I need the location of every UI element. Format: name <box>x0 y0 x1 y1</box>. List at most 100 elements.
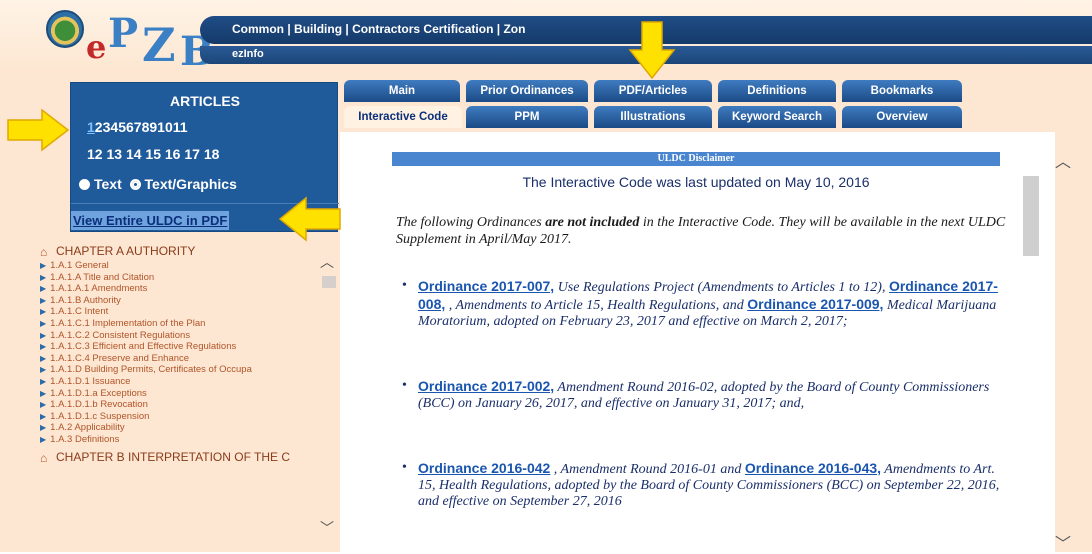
article-link-9[interactable]: 9 <box>149 119 157 135</box>
ordinance-2017-002-link[interactable]: Ordinance 2017-002, <box>418 378 554 394</box>
chevron-down-icon[interactable]: ﹀ <box>320 518 334 538</box>
radio-text-graphics[interactable] <box>129 179 141 190</box>
tab-pdf-articles[interactable]: PDF/Articles <box>594 80 712 102</box>
last-updated-text: The Interactive Code was last updated on… <box>522 174 870 190</box>
toc-chapter-a-label: CHAPTER A AUTHORITY <box>56 244 196 258</box>
ordinance-2016-043-link[interactable]: Ordinance 2016-043, <box>745 460 881 476</box>
toc-item[interactable]: ▶ 1.A.1.A Title and Citation <box>40 272 318 284</box>
toc-item-label: 1.A.1.D.1.a Exceptions <box>50 387 147 399</box>
chevron-up-icon[interactable]: ︿ <box>1055 148 1071 172</box>
radio-text-label[interactable]: Text <box>94 176 122 192</box>
triangle-right-icon: ▶ <box>40 353 47 363</box>
view-entire-uldc-pdf-link[interactable]: View Entire ULDC in PDF <box>71 211 230 230</box>
triangle-right-icon: ▶ <box>40 365 47 375</box>
article-link-10[interactable]: 10 <box>157 119 173 135</box>
toc-item-label: 1.A.1.D.1.c Suspension <box>50 410 150 422</box>
nav-link-ezinfo[interactable]: ezInfo <box>232 48 264 60</box>
toc-scrollbar[interactable]: ︿ ﹀ <box>318 252 340 542</box>
ordinance-list-item: • Ordinance 2016-042 , Amendment Round 20… <box>402 460 1008 510</box>
ordinance-desc: Use Regulations Project (Amendments to A… <box>554 280 889 295</box>
tab-illustrations[interactable]: Illustrations <box>594 106 712 128</box>
triangle-right-icon: ▶ <box>40 423 47 433</box>
arrow-left-icon <box>278 196 341 242</box>
ordinance-list-item: • Ordinance 2017-007, Use Regulations Pro… <box>402 278 1008 330</box>
content-scroll-thumb[interactable] <box>1023 176 1039 256</box>
article-link-5[interactable]: 5 <box>118 119 126 135</box>
toc-item-label: 1.A.1.D.1 Issuance <box>50 375 131 387</box>
triangle-right-icon: ▶ <box>40 261 47 270</box>
article-link-17[interactable]: 17 <box>184 146 200 162</box>
county-seal-logo[interactable] <box>46 10 84 48</box>
article-link-7[interactable]: 7 <box>134 119 142 135</box>
chevron-up-icon[interactable]: ︿ <box>320 252 334 272</box>
intro-text-pre: The following Ordinances <box>396 215 546 230</box>
triangle-right-icon: ▶ <box>40 318 47 328</box>
nav-link-building[interactable]: Building <box>294 22 342 36</box>
toc-item[interactable]: ▶ 1.A.1.C Intent <box>40 306 318 318</box>
toc-item-label: 1.A.1.C.2 Consistent Regulations <box>50 329 191 341</box>
toc-item-label: 1.A.1.C Intent <box>50 306 109 318</box>
toc-item[interactable]: ▶ 1.A.1 General <box>40 260 318 272</box>
toc-item-label: 1.A.1.C.1 Implementation of the Plan <box>50 317 206 329</box>
disclaimer-title: ULDC Disclaimer <box>392 152 1000 166</box>
tab-bookmarks[interactable]: Bookmarks <box>842 80 962 102</box>
home-icon: ⌂ <box>40 245 48 259</box>
tab-main[interactable]: Main <box>344 80 460 102</box>
toc-item[interactable]: ▶ 1.A.1.B Authority <box>40 295 318 307</box>
toc-item[interactable]: ▶ 1.A.1.D.1.a Exceptions <box>40 388 318 400</box>
nav-link-zoning[interactable]: Zon <box>503 22 525 36</box>
home-icon: ⌂ <box>40 450 48 465</box>
tab-interactive-code[interactable]: Interactive Code <box>344 106 462 128</box>
toc-item[interactable]: ▶ 1.A.1.A.1 Amendments <box>40 283 318 295</box>
ordinance-2017-009-link[interactable]: Ordinance 2017-009, <box>747 296 883 312</box>
article-link-14[interactable]: 14 <box>126 146 142 162</box>
logo-letter-e: e <box>86 28 107 66</box>
intro-text-bold: are not included <box>545 215 640 230</box>
radio-text-graphics-label[interactable]: Text/Graphics <box>145 176 237 192</box>
toc-item[interactable]: ▶ 1.A.1.C.3 Efficient and Effective Regul… <box>40 341 318 353</box>
triangle-right-icon: ▶ <box>40 342 47 352</box>
tab-definitions[interactable]: Definitions <box>718 80 836 102</box>
toc-chapter-b[interactable]: ⌂ CHAPTER B INTERPRETATION OF THE C <box>40 449 318 465</box>
article-link-12[interactable]: 12 <box>87 146 103 162</box>
article-link-1[interactable]: 1 <box>87 119 95 135</box>
toc-scroll-thumb[interactable] <box>322 276 336 288</box>
toc-chapter-a[interactable]: ⌂ CHAPTER A AUTHORITY <box>40 244 318 259</box>
article-link-6[interactable]: 6 <box>126 119 134 135</box>
toc-item[interactable]: ▶ 1.A.1.D Building Permits, Certificates … <box>40 364 318 376</box>
radio-text[interactable] <box>79 179 90 190</box>
tab-overview[interactable]: Overview <box>842 106 962 128</box>
chevron-down-icon[interactable]: ﹀ <box>1055 530 1071 554</box>
article-link-16[interactable]: 16 <box>165 146 181 162</box>
toc-item[interactable]: ▶ 1.A.1.D.1 Issuance <box>40 376 318 388</box>
bullet-icon: • <box>402 460 407 475</box>
toc-item[interactable]: ▶ 1.A.1.C.2 Consistent Regulations <box>40 330 318 342</box>
tab-ppm[interactable]: PPM <box>466 106 588 128</box>
toc-item-label: 1.A.1.D Building Permits, Certificates o… <box>50 364 252 376</box>
triangle-right-icon: ▶ <box>40 272 47 282</box>
ordinance-2016-042-link[interactable]: Ordinance 2016-042 <box>418 460 550 476</box>
article-link-18[interactable]: 18 <box>204 146 220 162</box>
nav-link-contractors-certification[interactable]: Contractors Certification <box>352 22 493 36</box>
article-link-2[interactable]: 2 <box>95 119 103 135</box>
ordinance-2017-007-link[interactable]: Ordinance 2017-007, <box>418 278 554 294</box>
toc-item[interactable]: ▶ 1.A.1.C.1 Implementation of the Plan <box>40 318 318 330</box>
article-link-15[interactable]: 15 <box>145 146 161 162</box>
nav-link-common[interactable]: Common <box>232 22 284 36</box>
table-of-contents: ⌂ CHAPTER A AUTHORITY ▶ 1.A.1 General ▶ 1.A… <box>40 240 318 552</box>
articles-title: ARTICLES <box>170 93 240 109</box>
article-link-11[interactable]: 11 <box>173 119 188 135</box>
toc-item[interactable]: ▶ 1.A.2 Applicability <box>40 422 318 434</box>
toc-item[interactable]: ▶ 1.A.1.C.4 Preserve and Enhance <box>40 353 318 365</box>
article-link-13[interactable]: 13 <box>106 146 122 162</box>
toc-item[interactable]: ▶ 1.A.1.D.1.b Revocation <box>40 399 318 411</box>
triangle-right-icon: ▶ <box>40 376 47 386</box>
tab-prior-ordinances[interactable]: Prior Ordinances <box>466 80 588 102</box>
toc-chapter-b-label: CHAPTER B INTERPRETATION OF THE C <box>56 449 291 464</box>
tab-keyword-search[interactable]: Keyword Search <box>718 106 836 128</box>
content-scrollbar[interactable]: ︿ ﹀ <box>1055 140 1092 554</box>
toc-item[interactable]: ▶ 1.A.3 Definitions <box>40 434 318 446</box>
ordinance-desc: , Amendment Round 2016-01 and <box>550 462 745 477</box>
triangle-right-icon: ▶ <box>40 411 47 421</box>
toc-item[interactable]: ▶ 1.A.1.D.1.c Suspension <box>40 411 318 423</box>
